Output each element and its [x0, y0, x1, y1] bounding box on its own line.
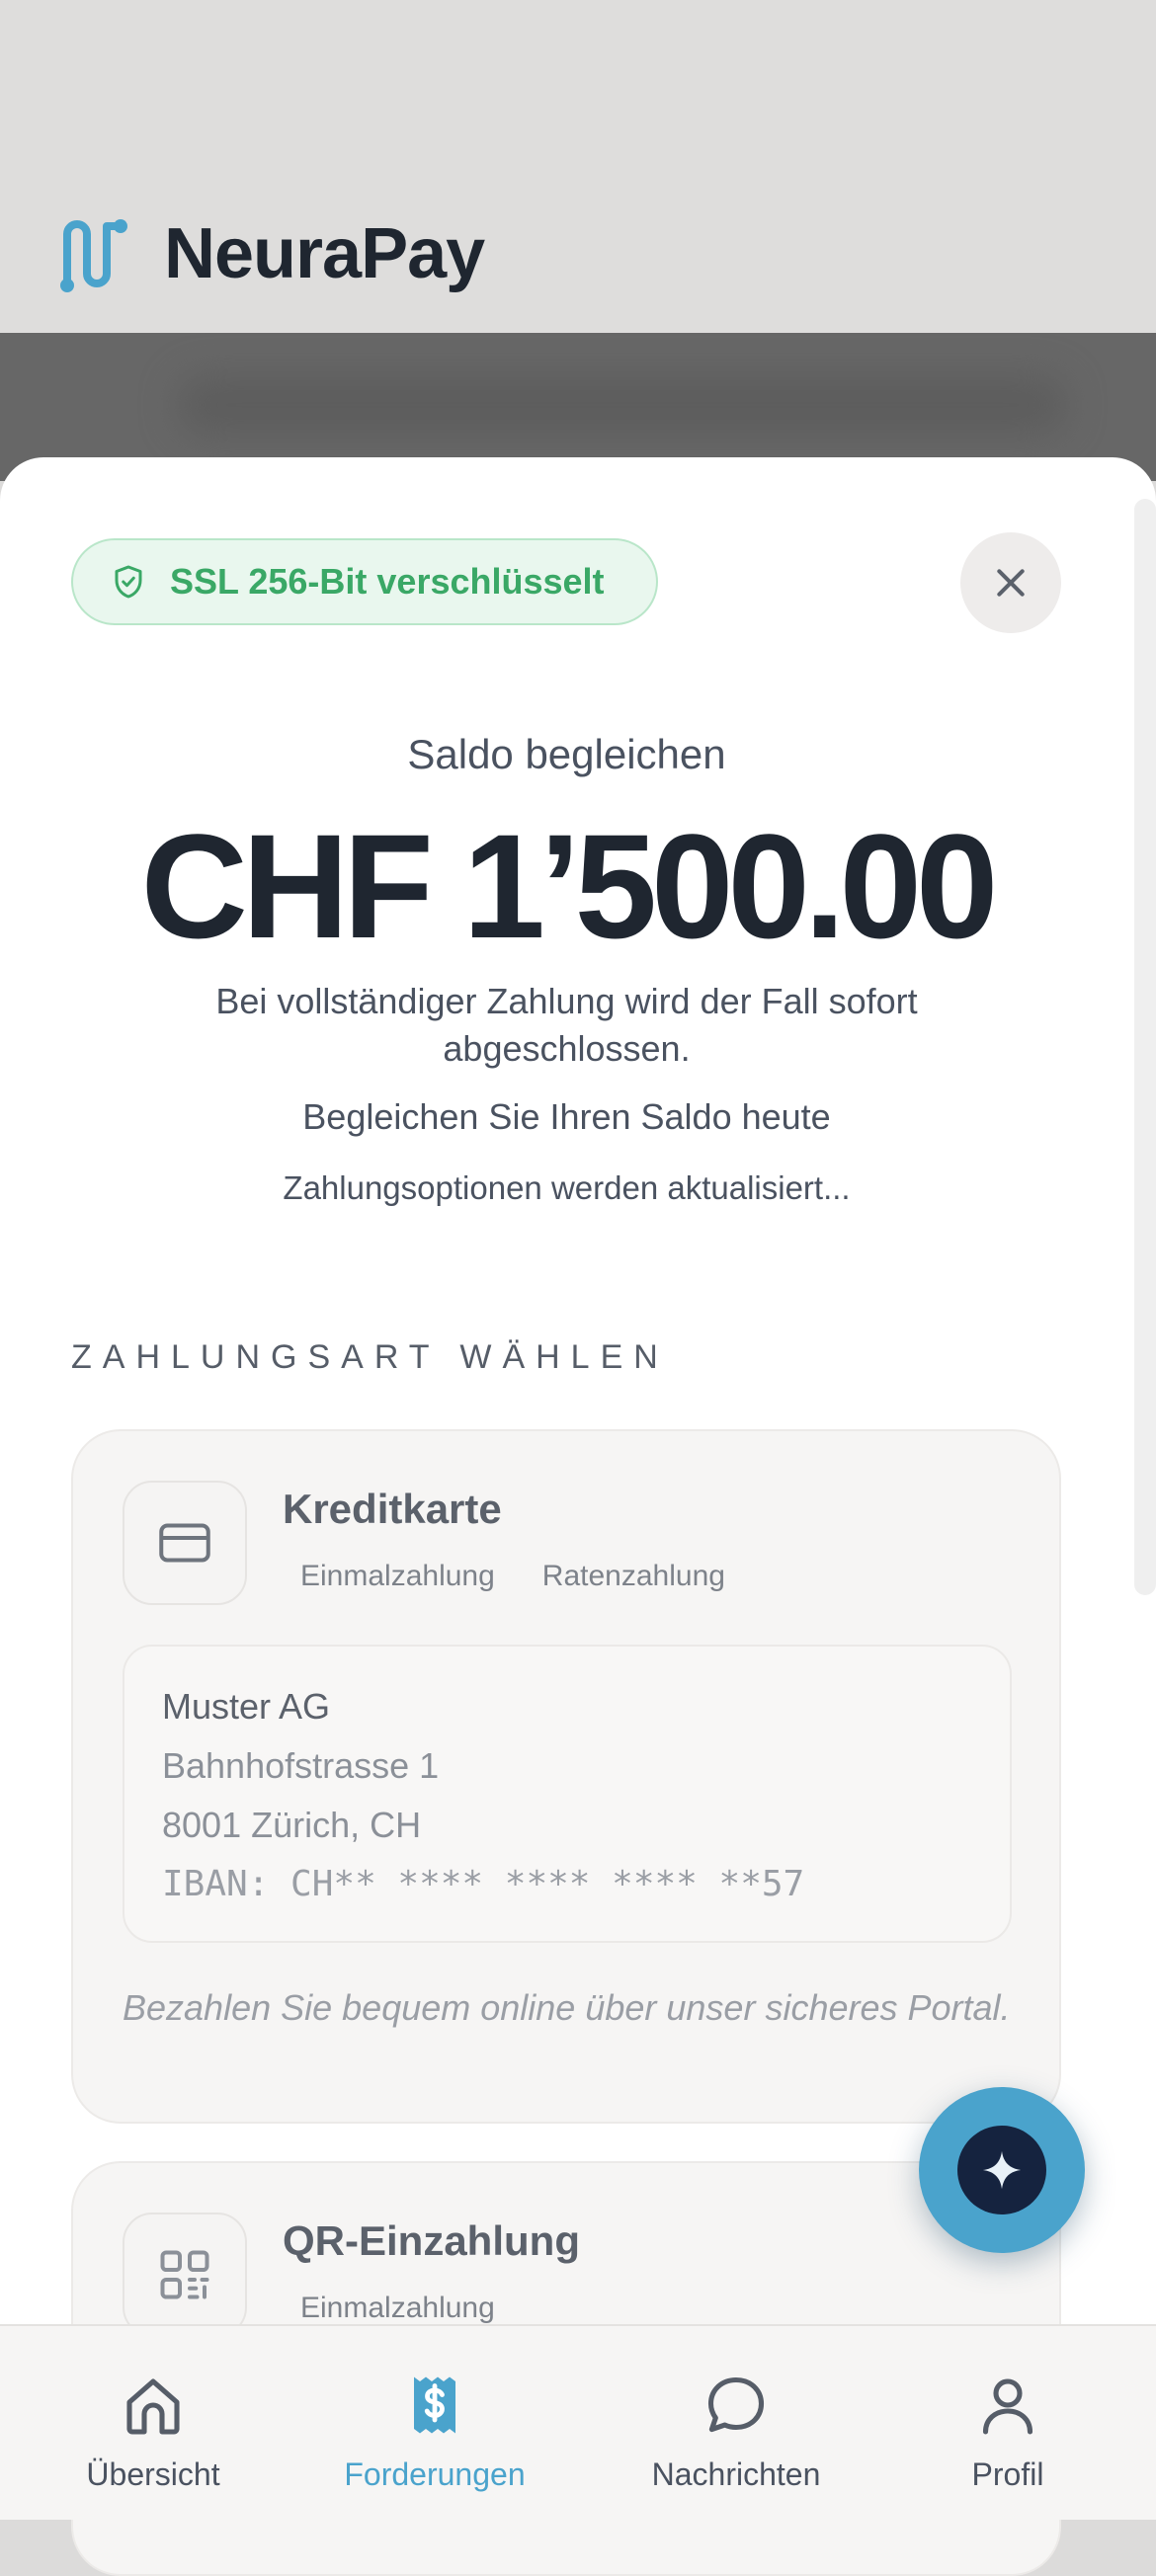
- sparkle-icon: [982, 2150, 1022, 2190]
- section-label-payment-method: ZAHLUNGSART WÄHLEN: [71, 1338, 669, 1376]
- method-icon-box: [123, 1481, 247, 1605]
- qr-code-icon: [160, 2250, 209, 2299]
- ssl-badge-label: SSL 256-Bit verschlüsselt: [170, 561, 605, 602]
- shield-check-icon: [115, 565, 142, 599]
- close-button[interactable]: [960, 532, 1061, 633]
- chat-bubble-icon: [707, 2376, 765, 2433]
- address-city: 8001 Zürich, CH: [162, 1805, 422, 1845]
- neurapay-logo-icon: [60, 219, 127, 292]
- app-logo[interactable]: NeuraPay: [59, 212, 485, 295]
- method-title: Kreditkarte: [283, 1486, 502, 1532]
- bottom-navigation: Übersicht Forderungen Nachrichten Profil: [0, 2324, 1156, 2520]
- nav-label: Forderungen: [344, 2456, 526, 2492]
- nav-item-messages[interactable]: Nachrichten: [632, 2326, 840, 2522]
- nav-label: Nachrichten: [651, 2456, 821, 2492]
- nav-item-claims[interactable]: Forderungen: [336, 2326, 534, 2522]
- fab-inner: [957, 2126, 1046, 2214]
- method-icon-box: [123, 2213, 247, 2337]
- address-iban: IBAN: CH** **** **** **** **57: [162, 1864, 805, 1904]
- method-title: QR-Einzahlung: [283, 2217, 580, 2264]
- ssl-security-badge: SSL 256-Bit verschlüsselt: [71, 538, 658, 625]
- user-icon: [982, 2378, 1033, 2435]
- app-name: NeuraPay: [164, 214, 485, 293]
- nav-label: Übersicht: [86, 2456, 220, 2492]
- method-note: Bezahlen Sie bequem online über unser si…: [123, 1987, 1011, 2028]
- nav-item-overview[interactable]: Übersicht: [54, 2326, 252, 2522]
- nav-item-profile[interactable]: Profil: [909, 2326, 1107, 2522]
- method-options: Einmalzahlung Ratenzahlung: [283, 1560, 755, 1593]
- payment-options-status: Zahlungsoptionen werden aktualisiert...: [283, 1169, 851, 1206]
- invoice-dollar-icon: [414, 2376, 455, 2434]
- payment-amount: CHF 1’500.00: [140, 803, 999, 969]
- payment-description: Bei vollständiger Zahlung wird der Fall …: [215, 981, 918, 1069]
- method-options: Einmalzahlung: [283, 2292, 525, 2325]
- blurred-content: [178, 375, 1067, 435]
- app-header: NeuraPay: [0, 0, 1156, 333]
- address-name: Muster AG: [162, 1686, 331, 1727]
- payment-method-card-creditcard[interactable]: Kreditkarte Einmalzahlung Ratenzahlung M…: [71, 1429, 1061, 2124]
- credit-card-icon: [159, 1523, 210, 1563]
- option-installment[interactable]: Ratenzahlung: [525, 1560, 743, 1593]
- payment-call-to-action: Begleichen Sie Ihren Saldo heute: [302, 1096, 831, 1137]
- nav-label: Profil: [971, 2456, 1044, 2492]
- home-icon: [126, 2378, 180, 2435]
- close-icon: [997, 569, 1025, 597]
- option-one-time[interactable]: Einmalzahlung: [283, 1560, 513, 1593]
- option-one-time[interactable]: Einmalzahlung: [283, 2292, 513, 2325]
- assistant-fab-button[interactable]: [919, 2087, 1085, 2253]
- sheet-scrollbar[interactable]: [1134, 499, 1156, 1595]
- address-street: Bahnhofstrasse 1: [162, 1745, 440, 1786]
- billing-address-box: Muster AG Bahnhofstrasse 1 8001 Zürich, …: [123, 1645, 1012, 1943]
- payment-subtitle: Saldo begleichen: [407, 731, 726, 777]
